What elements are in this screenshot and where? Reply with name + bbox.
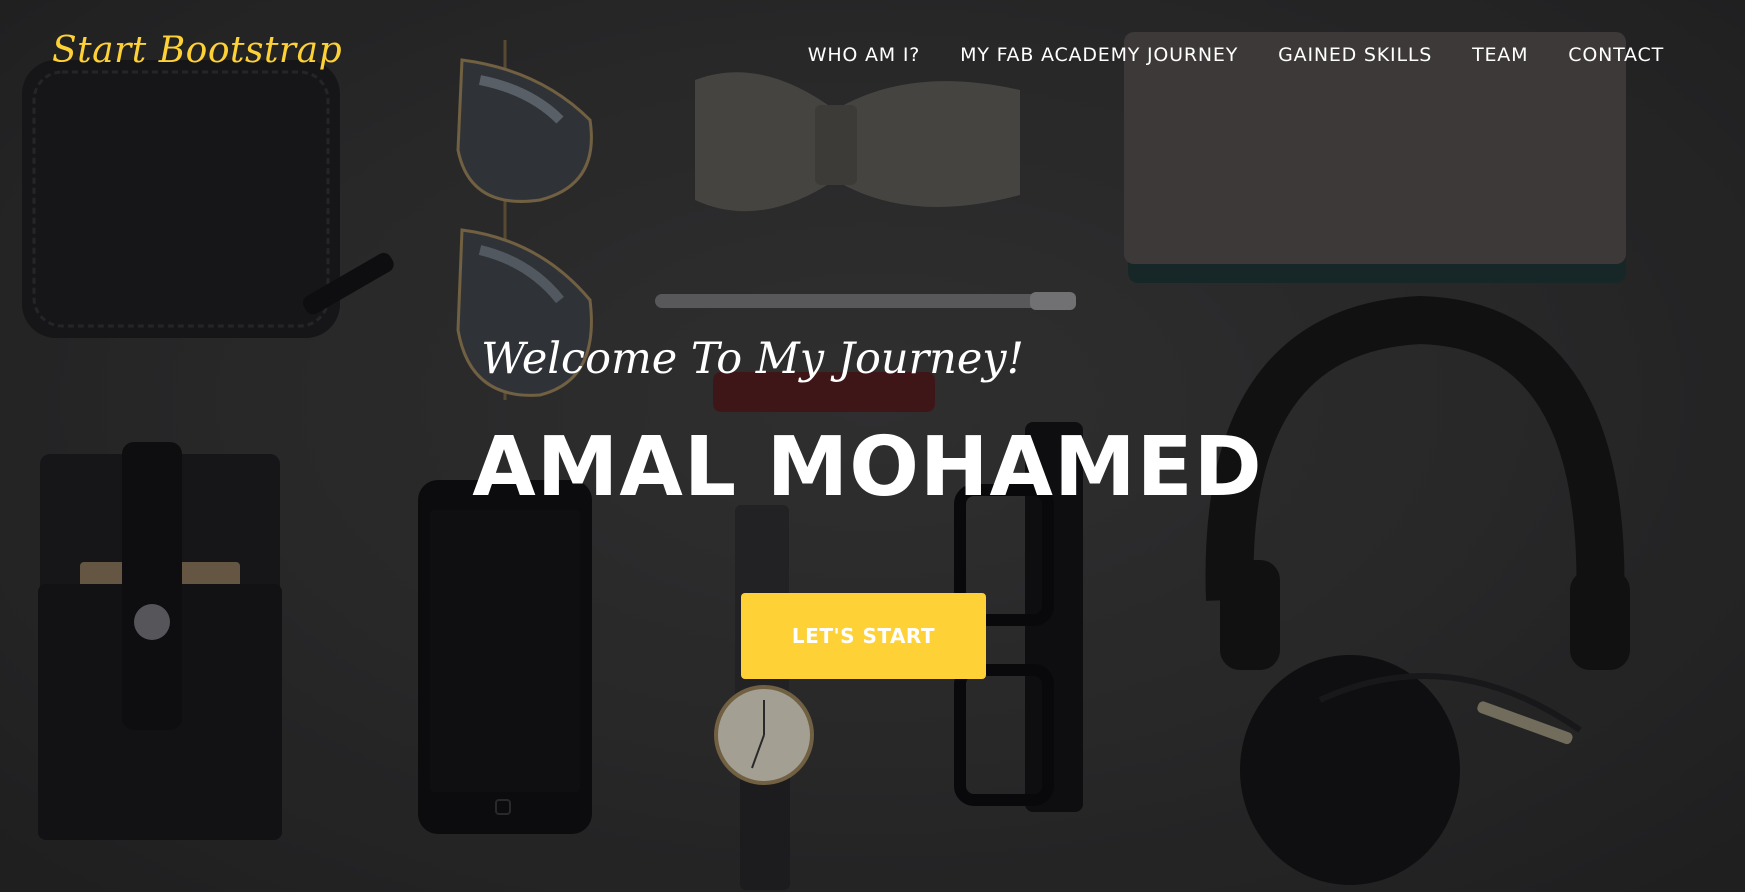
masthead-heading: AMAL MOHAMED [472,420,1263,515]
hero-section: Start Bootstrap WHO AM I? MY FAB ACADEMY… [0,0,1745,892]
lets-start-button[interactable]: LET'S START [741,593,986,679]
masthead: Welcome To My Journey! AMAL MOHAMED LET'… [0,0,1745,892]
masthead-subheading: Welcome To My Journey! [481,334,1024,384]
